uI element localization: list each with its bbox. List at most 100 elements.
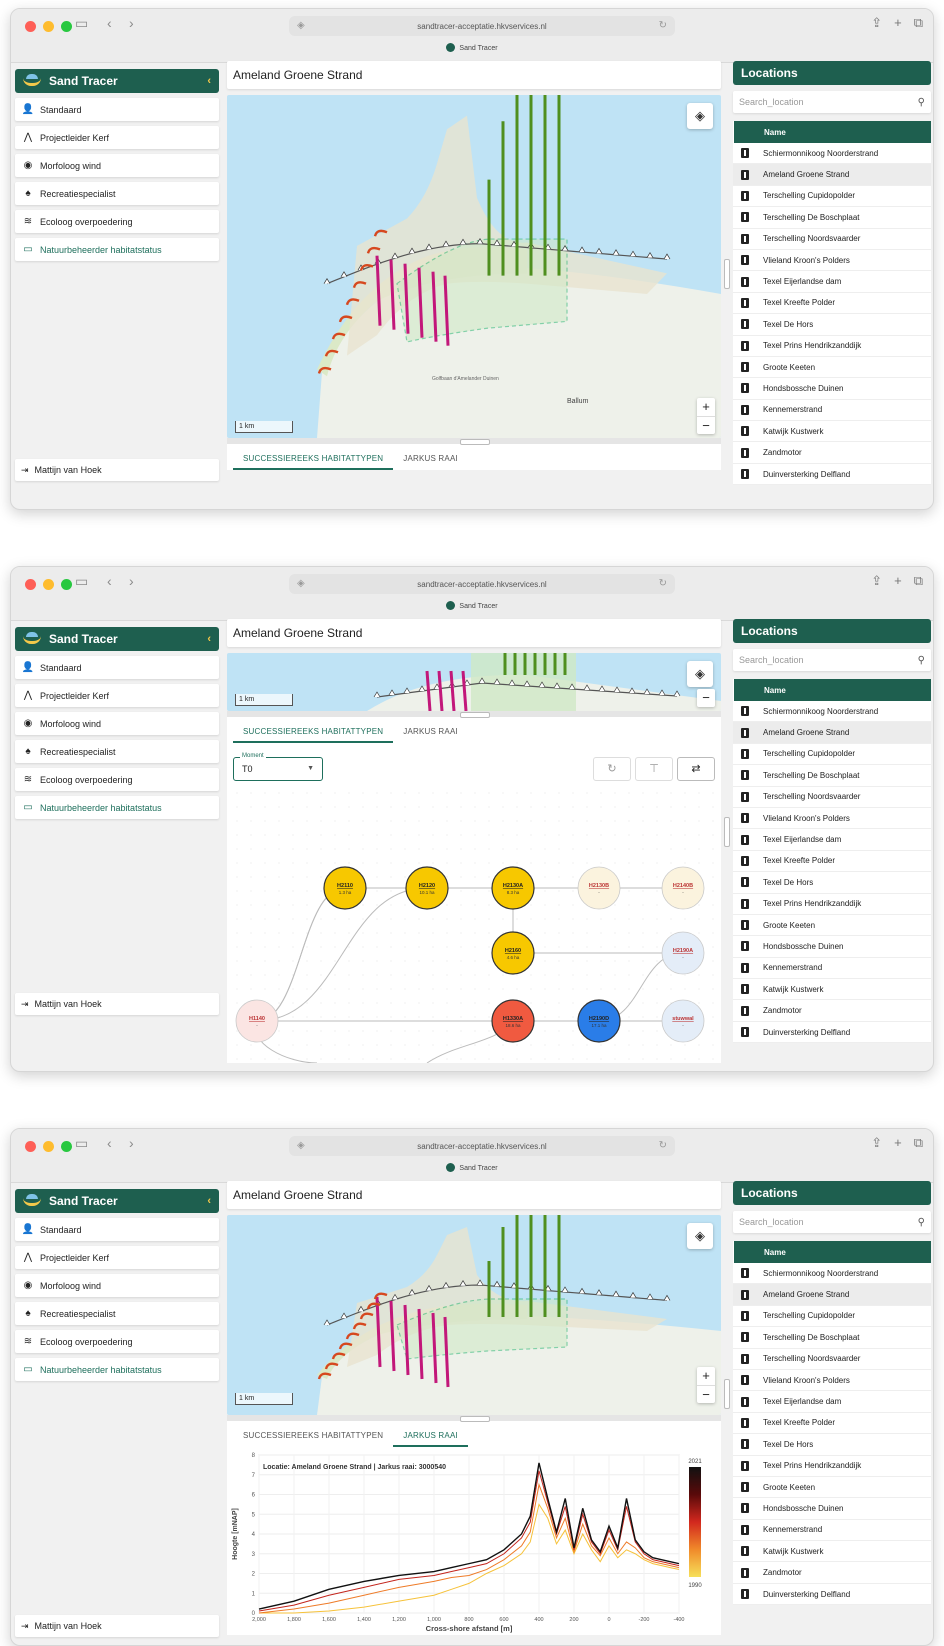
- new-tab-icon[interactable]: +: [894, 1135, 902, 1151]
- bookmark-icon[interactable]: [741, 941, 749, 952]
- reset-layout-button[interactable]: ↻: [593, 757, 631, 781]
- sidebar-toggle-icon[interactable]: ▭: [75, 15, 88, 32]
- location-row[interactable]: Zandmotor: [733, 1000, 931, 1022]
- address-bar[interactable]: ◈ sandtracer-acceptatie.hkvservices.nl ↻: [289, 16, 675, 36]
- location-row[interactable]: Duinversterking Delfland: [733, 464, 931, 486]
- bookmark-icon[interactable]: [741, 1353, 749, 1364]
- window-controls[interactable]: [25, 21, 72, 32]
- bookmark-icon[interactable]: [741, 340, 749, 351]
- location-search-input[interactable]: Search_location ⚲: [733, 91, 931, 113]
- location-row[interactable]: Terschelling Cupidopolder: [733, 186, 931, 208]
- window-controls[interactable]: [25, 579, 72, 590]
- reload-icon[interactable]: ↻: [659, 1140, 667, 1151]
- share-icon[interactable]: ⇪: [871, 15, 882, 31]
- location-row[interactable]: Ameland Groene Strand: [733, 1284, 931, 1306]
- location-row[interactable]: Katwijk Kustwerk: [733, 421, 931, 443]
- map-view[interactable]: Ballum Golfbaan d'Amelander Duinen ◈ + − …: [227, 95, 721, 438]
- bookmark-icon[interactable]: [741, 1503, 749, 1514]
- location-row[interactable]: Kennemerstrand: [733, 1520, 931, 1542]
- panel-resize-handle[interactable]: [227, 711, 721, 718]
- bookmark-icon[interactable]: [741, 404, 749, 415]
- address-bar[interactable]: ◈ sandtracer-acceptatie.hkvservices.nl ↻: [289, 574, 675, 594]
- location-row[interactable]: Groote Keeten: [733, 357, 931, 379]
- bookmark-icon[interactable]: [741, 748, 749, 759]
- location-row[interactable]: Zandmotor: [733, 442, 931, 464]
- layers-button[interactable]: ◈: [687, 1223, 713, 1249]
- location-row[interactable]: Texel Eijerlandse dam: [733, 829, 931, 851]
- back-icon[interactable]: ‹: [107, 15, 112, 31]
- sidebar-item-recreatie[interactable]: ♠ Recreatiespecialist: [15, 740, 219, 763]
- collapse-chevron-icon[interactable]: ‹: [207, 75, 211, 87]
- tab-habitat[interactable]: SUCCESSIEREEKS HABITATTYPEN: [233, 454, 394, 470]
- layers-button[interactable]: ◈: [687, 103, 713, 129]
- window-controls[interactable]: [25, 1141, 72, 1152]
- sidebar-item-standaard[interactable]: 👤 Standaard: [15, 656, 219, 679]
- tabs-overview-icon[interactable]: ⧉: [914, 1135, 923, 1151]
- location-row[interactable]: Texel Prins Hendrikzanddijk: [733, 1456, 931, 1477]
- tab-title[interactable]: Sand Tracer: [11, 43, 933, 52]
- location-row[interactable]: Vlieland Kroon's Polders: [733, 1370, 931, 1392]
- sidebar-toggle-icon[interactable]: ▭: [75, 1135, 88, 1152]
- bookmark-icon[interactable]: [741, 1310, 749, 1321]
- user-account[interactable]: ⇥ Mattijn van Hoek: [15, 459, 219, 481]
- location-row[interactable]: Kennemerstrand: [733, 400, 931, 422]
- forward-icon[interactable]: ›: [129, 573, 134, 589]
- bookmark-icon[interactable]: [741, 877, 749, 888]
- location-row[interactable]: Terschelling Noordsvaarder: [733, 787, 931, 808]
- location-row[interactable]: Schiermonnikoog Noorderstrand: [733, 1263, 931, 1285]
- location-row[interactable]: Texel Kreefte Polder: [733, 1413, 931, 1435]
- sidebar-item-projectleider[interactable]: ⋀ Projectleider Kerf: [15, 684, 219, 707]
- location-row[interactable]: Hondsbossche Duinen: [733, 378, 931, 400]
- collapse-chevron-icon[interactable]: ‹: [207, 1195, 211, 1207]
- bookmark-icon[interactable]: [741, 855, 749, 866]
- location-row[interactable]: Duinversterking Delfland: [733, 1022, 931, 1044]
- bookmark-icon[interactable]: [741, 148, 749, 159]
- vertical-layout-button[interactable]: ⊤: [635, 757, 673, 781]
- back-icon[interactable]: ‹: [107, 1135, 112, 1151]
- zoom-out-button[interactable]: −: [697, 1385, 715, 1403]
- sidebar-item-morfoloog[interactable]: ◉ Morfoloog wind: [15, 712, 219, 735]
- location-row[interactable]: Duinversterking Delfland: [733, 1584, 931, 1606]
- map-view[interactable]: ◈ + − 1 km: [227, 1215, 721, 1415]
- sidebar-item-natuurbeheerder[interactable]: ▭ Natuurbeheerder habitatstatus: [15, 238, 219, 261]
- bookmark-icon[interactable]: [741, 706, 749, 717]
- sidebar-item-ecoloog[interactable]: ≋ Ecoloog overpoedering: [15, 768, 219, 791]
- bookmark-icon[interactable]: [741, 1268, 749, 1279]
- sidebar-item-morfoloog[interactable]: ◉ Morfoloog wind: [15, 154, 219, 177]
- sidebar-item-natuurbeheerder[interactable]: ▭ Natuurbeheerder habitatstatus: [15, 1358, 219, 1381]
- location-row[interactable]: Vlieland Kroon's Polders: [733, 250, 931, 272]
- bookmark-icon[interactable]: [741, 962, 749, 973]
- location-row[interactable]: Groote Keeten: [733, 1477, 931, 1499]
- bookmark-icon[interactable]: [741, 169, 749, 180]
- bookmark-icon[interactable]: [741, 834, 749, 845]
- map-canvas[interactable]: [227, 1215, 721, 1415]
- forward-icon[interactable]: ›: [129, 15, 134, 31]
- location-row[interactable]: Texel Prins Hendrikzanddijk: [733, 336, 931, 357]
- back-icon[interactable]: ‹: [107, 573, 112, 589]
- location-row[interactable]: Texel Prins Hendrikzanddijk: [733, 894, 931, 915]
- tabs-overview-icon[interactable]: ⧉: [914, 573, 923, 589]
- location-row[interactable]: Vlieland Kroon's Polders: [733, 808, 931, 830]
- tabs-overview-icon[interactable]: ⧉: [914, 15, 923, 31]
- location-row[interactable]: Texel Kreefte Polder: [733, 293, 931, 315]
- forward-icon[interactable]: ›: [129, 1135, 134, 1151]
- location-row[interactable]: Groote Keeten: [733, 915, 931, 937]
- bookmark-icon[interactable]: [741, 984, 749, 995]
- bookmark-icon[interactable]: [741, 898, 749, 909]
- sidebar-item-recreatie[interactable]: ♠ Recreatiespecialist: [15, 182, 219, 205]
- column-header-name[interactable]: Name: [733, 679, 931, 701]
- sidebar-item-recreatie[interactable]: ♠ Recreatiespecialist: [15, 1302, 219, 1325]
- share-icon[interactable]: ⇪: [871, 573, 882, 589]
- zoom-in-button[interactable]: +: [697, 398, 715, 416]
- bookmark-icon[interactable]: [741, 1482, 749, 1493]
- bookmark-icon[interactable]: [741, 212, 749, 223]
- vertical-resize-handle[interactable]: [723, 69, 730, 499]
- bookmark-icon[interactable]: [741, 383, 749, 394]
- location-row[interactable]: Ameland Groene Strand: [733, 164, 931, 186]
- sidebar-item-projectleider[interactable]: ⋀ Projectleider Kerf: [15, 1246, 219, 1269]
- sidebar-item-ecoloog[interactable]: ≋ Ecoloog overpoedering: [15, 1330, 219, 1353]
- collapse-chevron-icon[interactable]: ‹: [207, 633, 211, 645]
- reload-icon[interactable]: ↻: [659, 578, 667, 589]
- bookmark-icon[interactable]: [741, 813, 749, 824]
- bookmark-icon[interactable]: [741, 469, 749, 480]
